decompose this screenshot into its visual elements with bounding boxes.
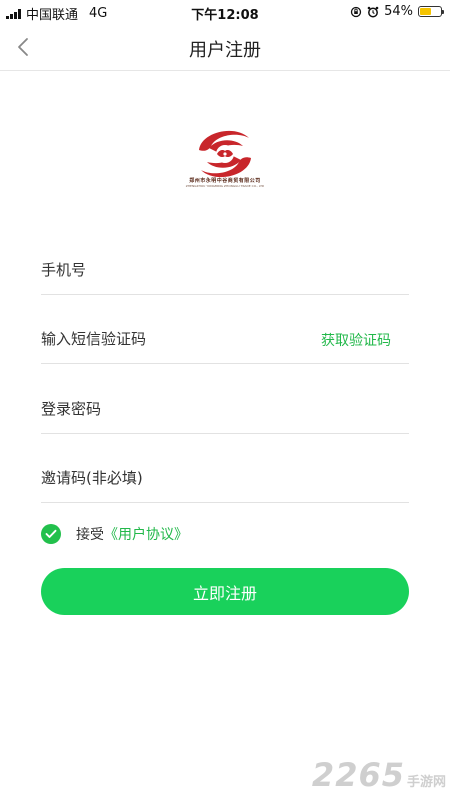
checkmark-icon xyxy=(45,529,57,538)
watermark-text: 手游网 xyxy=(406,775,446,790)
password-input[interactable] xyxy=(41,396,301,422)
status-right: 54% xyxy=(350,4,444,19)
get-code-button[interactable]: 获取验证码 xyxy=(321,330,391,350)
sms-code-input[interactable] xyxy=(41,326,301,352)
alarm-icon xyxy=(367,6,379,17)
check-icon[interactable] xyxy=(41,524,61,544)
watermark: 2265 手游网 xyxy=(312,756,446,794)
phone-field xyxy=(41,249,409,295)
company-name: 郑州市永明中谷商贸有限公司 xyxy=(189,178,261,184)
page-title: 用户注册 xyxy=(189,40,261,61)
nav-bar: 用户注册 xyxy=(0,24,450,71)
user-agreement-link[interactable]: 《用户协议》 xyxy=(104,524,188,544)
invite-code-field xyxy=(41,457,409,503)
company-name-en: ZHENGZHOU YONGMING ZHONGGU TRADE CO., LT… xyxy=(185,184,265,188)
register-screen: 中国联通 4G 下午12:08 54% 用户注册 郑州市永明中谷商贸有限公司 Z… xyxy=(0,0,450,800)
status-bar: 中国联通 4G 下午12:08 54% xyxy=(0,0,450,24)
watermark-number: 2265 xyxy=(311,756,405,794)
battery-icon xyxy=(418,6,444,17)
agreement-row: 接受 《用户协议》 xyxy=(41,523,188,545)
rotation-lock-icon xyxy=(350,6,362,17)
password-field xyxy=(41,388,409,434)
battery-percent: 54% xyxy=(384,4,413,19)
sms-code-field: 获取验证码 xyxy=(41,318,409,364)
agreement-prefix: 接受 xyxy=(76,527,104,543)
register-button[interactable]: 立即注册 xyxy=(41,568,409,615)
phone-input[interactable] xyxy=(41,257,301,283)
invite-code-input[interactable] xyxy=(41,465,301,491)
battery-fill xyxy=(420,8,431,15)
